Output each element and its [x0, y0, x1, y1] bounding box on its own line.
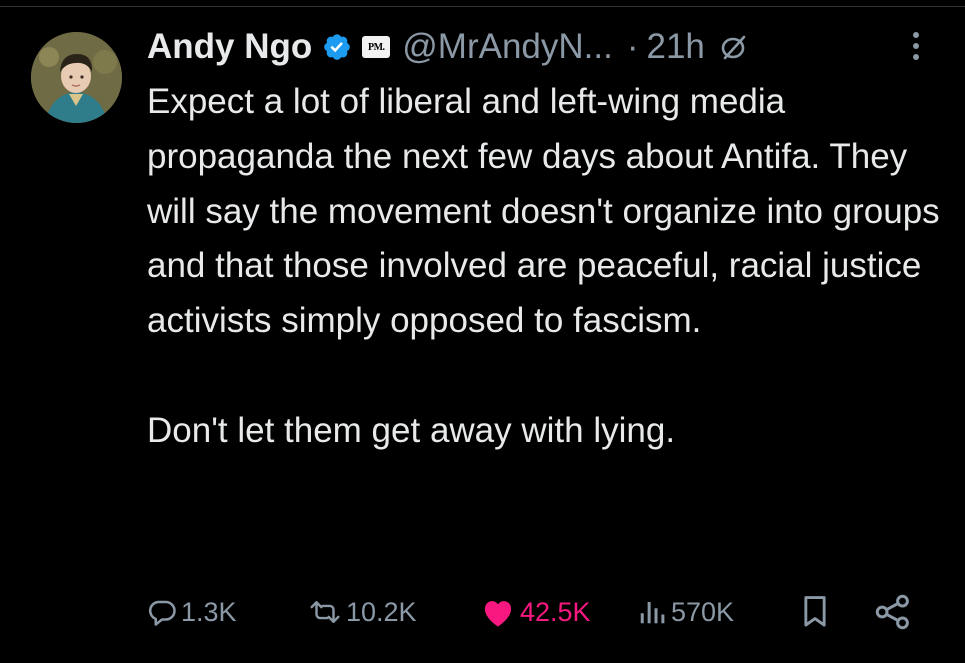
tweet-text: Expect a lot of liberal and left-wing me… [147, 75, 947, 459]
bookmark-button[interactable] [799, 590, 831, 634]
share-button[interactable] [874, 590, 912, 634]
verified-badge-icon [322, 32, 352, 62]
tweet-paragraph: Don't let them get away with lying. [147, 410, 676, 450]
separator-dot: · [626, 27, 639, 66]
reply-icon [147, 597, 177, 627]
share-icon [874, 594, 912, 630]
tweet-paragraph: Expect a lot of liberal and left-wing me… [147, 82, 940, 341]
views-button[interactable]: 570K [637, 590, 734, 634]
views-count: 570K [671, 596, 735, 627]
avatar[interactable] [31, 32, 122, 123]
views-icon [637, 597, 667, 627]
reply-button[interactable]: 1.3K [147, 590, 237, 634]
author-name[interactable]: Andy Ngo [147, 27, 312, 67]
heart-icon [480, 596, 516, 628]
repost-count: 10.2K [346, 596, 417, 627]
bookmark-icon [799, 595, 831, 629]
affiliation-badge[interactable]: PM. [362, 36, 391, 58]
like-button[interactable]: 42.5K [480, 590, 591, 634]
edited-icon[interactable] [719, 32, 749, 62]
timestamp[interactable]: 21h [647, 27, 705, 67]
reply-count: 1.3K [181, 596, 237, 627]
more-icon[interactable] [904, 32, 928, 68]
action-bar: 1.3K 10.2K 42.5K 570K [147, 590, 937, 634]
repost-button[interactable]: 10.2K [308, 590, 417, 634]
author-handle[interactable]: @MrAndyN... [402, 27, 613, 67]
tweet-header: Andy Ngo PM. @MrAndyN... · 21h [147, 22, 749, 72]
like-count: 42.5K [520, 596, 591, 627]
repost-icon [308, 597, 342, 627]
top-divider [0, 6, 965, 7]
